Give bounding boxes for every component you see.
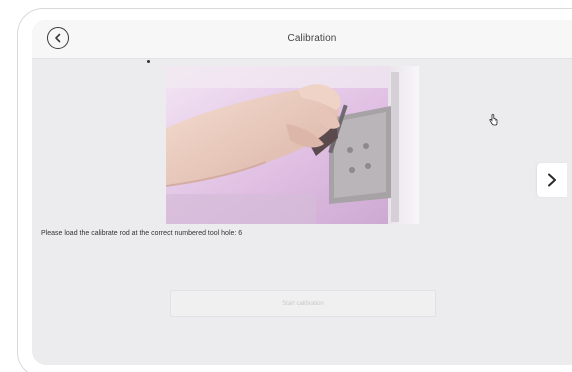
video-frame-illustration (166, 66, 419, 224)
instruction-text: Please load the calibrate rod at the cor… (41, 230, 243, 237)
title-bar: Calibration (32, 20, 572, 59)
chevron-right-icon (548, 173, 556, 187)
hand-cursor-icon (489, 111, 498, 130)
page-title: Calibration (287, 33, 337, 44)
app-window: Calibration Please load the calibrate ro… (0, 0, 572, 372)
start-calibration-button[interactable]: Start calibration (170, 290, 436, 317)
pointer-dot (147, 60, 150, 63)
calibration-screen: Calibration Please load the calibrate ro… (32, 20, 572, 365)
calibration-video[interactable] (166, 66, 419, 224)
next-button[interactable] (537, 163, 567, 197)
